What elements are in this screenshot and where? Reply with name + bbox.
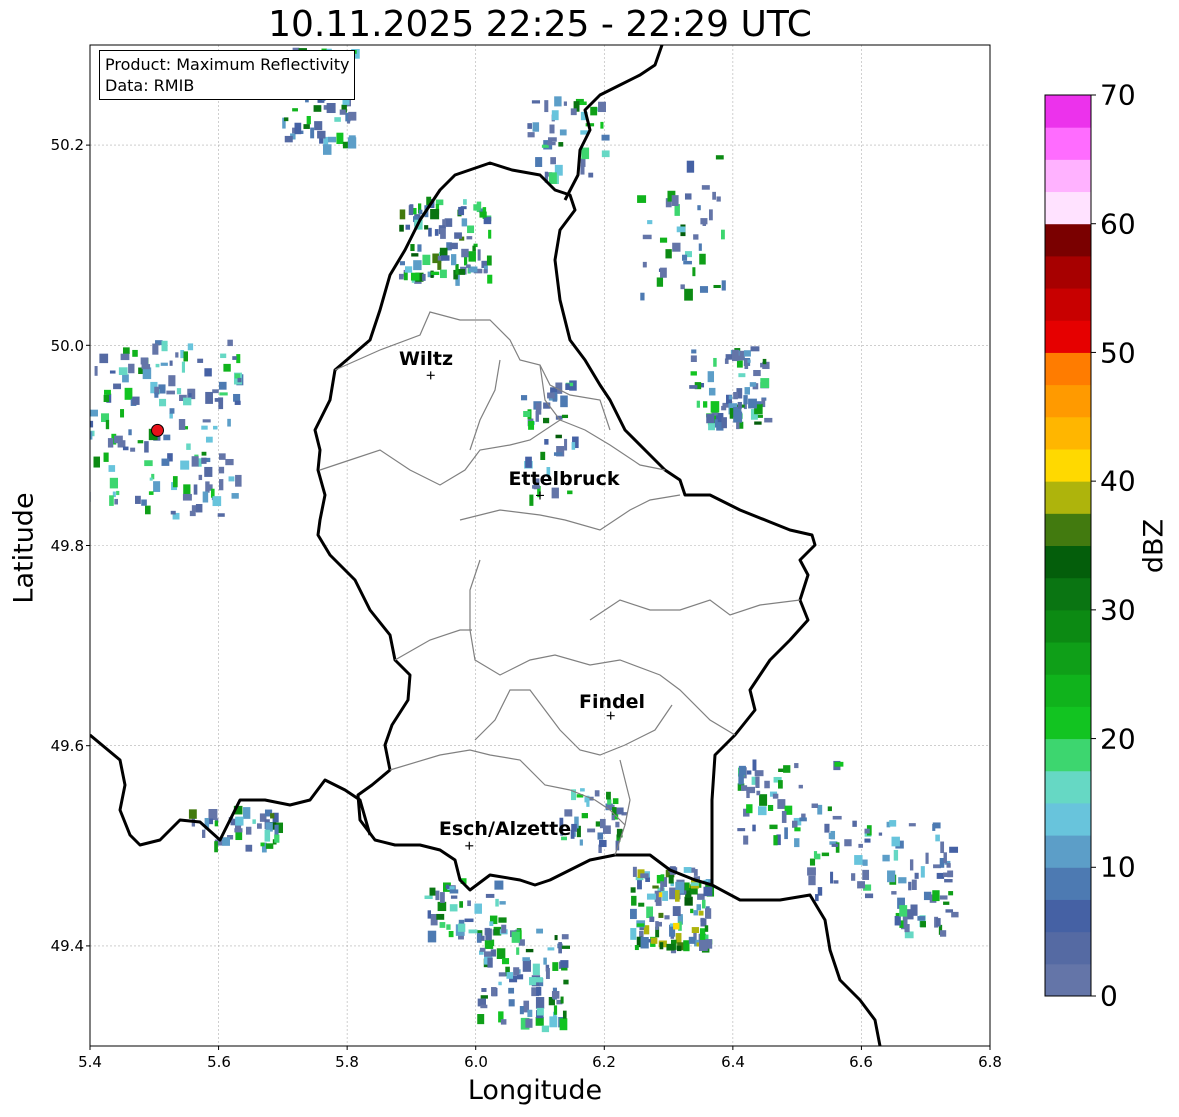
colorbar-bin <box>1045 448 1091 482</box>
colorbar-bin <box>1045 577 1091 611</box>
colorbar-bins <box>1045 95 1091 997</box>
colorbar-bin <box>1045 899 1091 933</box>
colorbar-bin <box>1045 191 1091 225</box>
colorbar-tick-label: 30 <box>1100 593 1136 627</box>
colorbar-bin <box>1045 384 1091 418</box>
colorbar-bin <box>1045 513 1091 546</box>
colorbar-bin <box>1045 802 1091 836</box>
colorbar-bin <box>1045 95 1091 128</box>
colorbar-bin <box>1045 738 1091 772</box>
colorbar-tick-marks <box>1091 94 1096 997</box>
colorbar-tick-label: 0 <box>1100 979 1118 1013</box>
colorbar-bin <box>1045 288 1091 321</box>
colorbar-tick-label: 20 <box>1100 722 1136 756</box>
colorbar-tick-label: 60 <box>1100 207 1136 241</box>
colorbar-tick-label: 10 <box>1100 850 1136 884</box>
colorbar-bin <box>1045 159 1091 193</box>
colorbar-bin <box>1045 609 1091 643</box>
colorbar-tick-label: 40 <box>1100 464 1136 498</box>
colorbar-bin <box>1045 963 1091 997</box>
colorbar-bin <box>1045 867 1091 900</box>
colorbar-bin <box>1045 931 1091 965</box>
colorbar-bin <box>1045 481 1091 514</box>
colorbar-bin <box>1045 770 1091 804</box>
colorbar-bin <box>1045 352 1091 386</box>
colorbar-bin <box>1045 835 1091 868</box>
colorbar-bin <box>1045 255 1091 289</box>
colorbar-bin <box>1045 127 1091 160</box>
colorbar-bin <box>1045 706 1091 740</box>
colorbar-bin <box>1045 545 1091 579</box>
colorbar-bin <box>1045 642 1091 675</box>
colorbar-tick-label: 50 <box>1100 336 1136 370</box>
colorbar-tick-label: 70 <box>1100 78 1136 112</box>
colorbar-bin <box>1045 320 1091 353</box>
colorbar-bin <box>1045 674 1091 707</box>
colorbar <box>1044 94 1096 997</box>
colorbar-label: dBZ <box>1138 518 1170 574</box>
colorbar-bin <box>1045 416 1091 450</box>
colorbar-bin <box>1045 223 1091 257</box>
